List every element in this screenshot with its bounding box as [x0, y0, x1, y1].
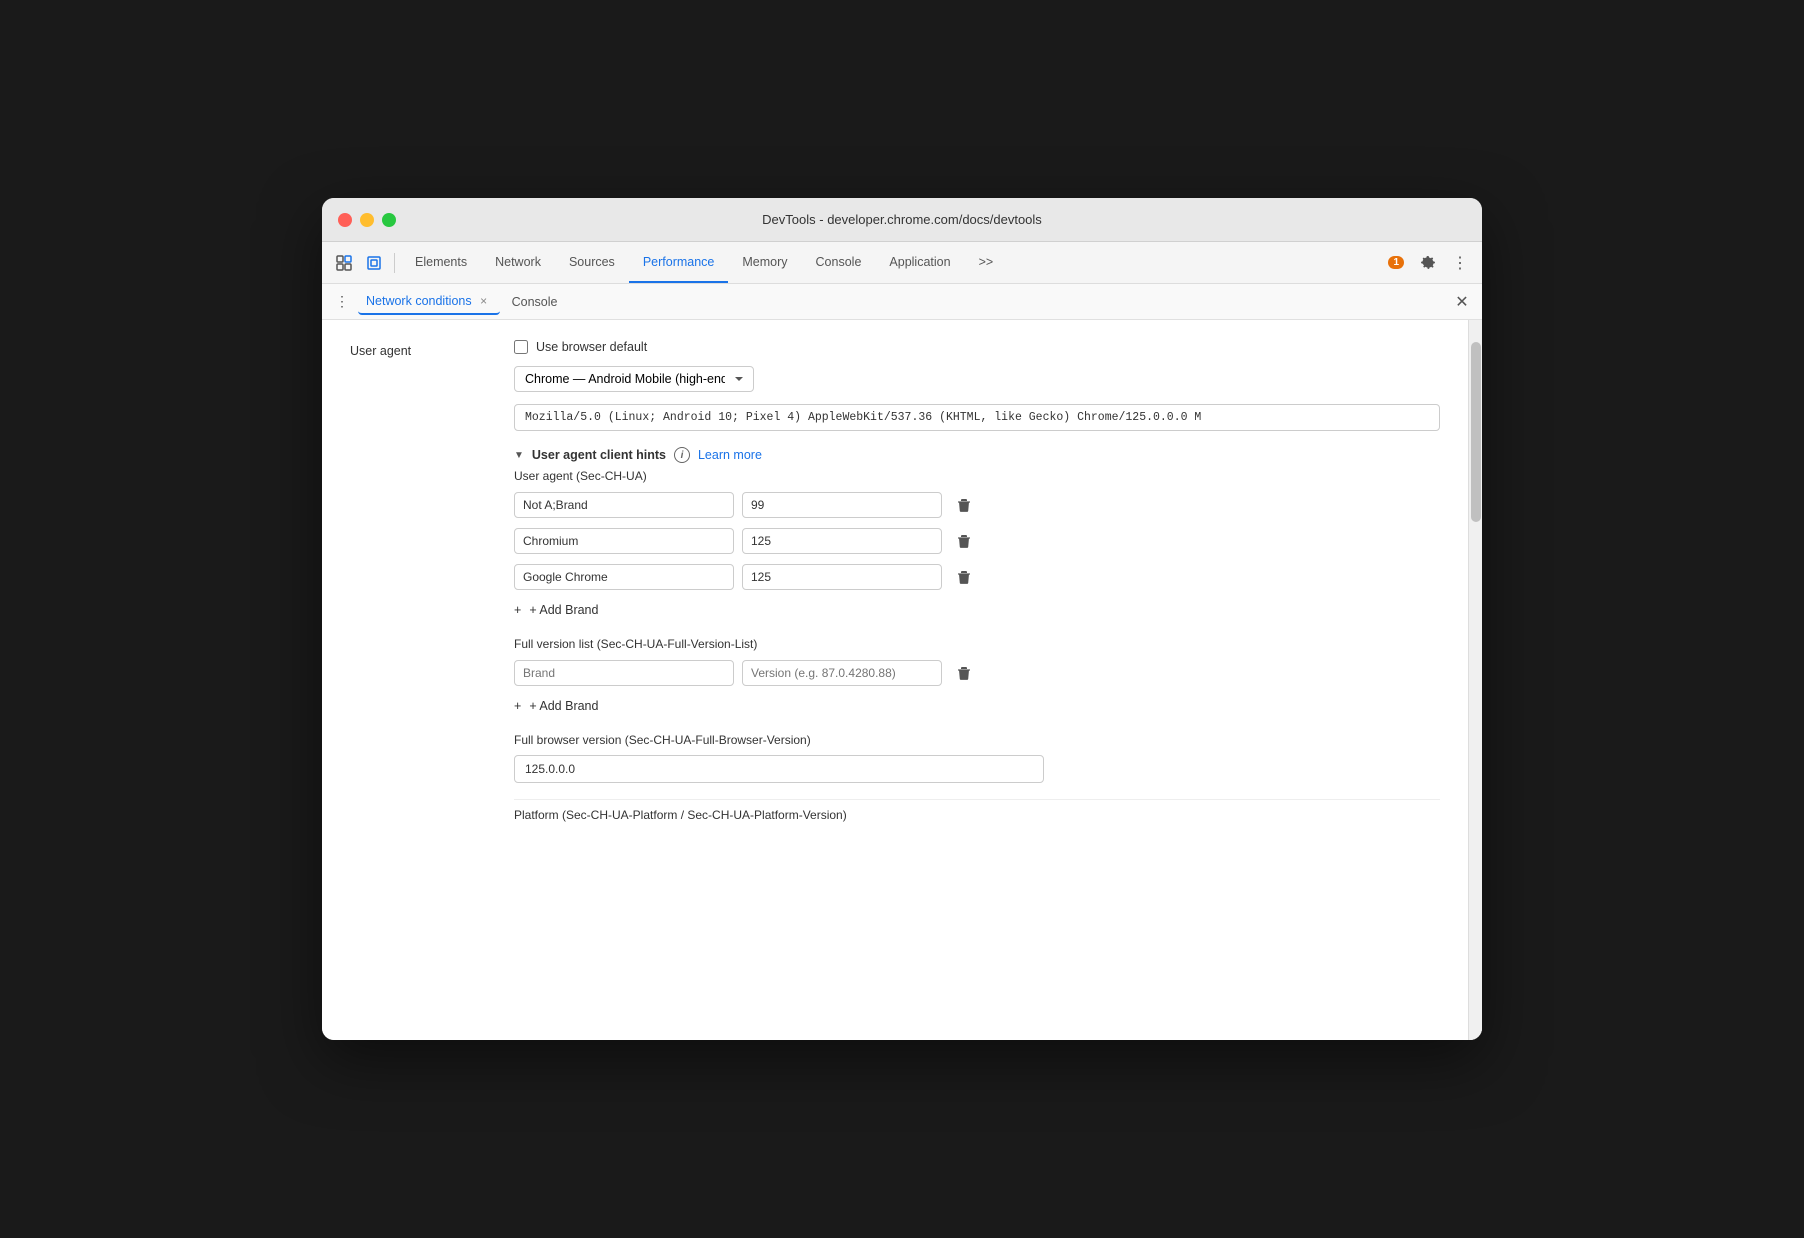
brand-version-2[interactable] — [742, 564, 942, 590]
delete-brand-0[interactable] — [950, 491, 978, 519]
add-brand-plus: + — [514, 603, 521, 617]
main-toolbar: Elements Network Sources Performance Mem… — [322, 242, 1482, 284]
scrollbar[interactable] — [1468, 320, 1482, 1040]
network-conditions-close[interactable]: × — [476, 293, 492, 309]
network-conditions-label: Network conditions — [366, 294, 472, 308]
full-version-list-label: Full version list (Sec-CH-UA-Full-Versio… — [514, 637, 1440, 651]
brand-row-2 — [514, 563, 1440, 591]
brand-version-1[interactable] — [742, 528, 942, 554]
brand-row-0 — [514, 491, 1440, 519]
use-browser-default-row: Use browser default — [514, 340, 1440, 354]
brand-row-1 — [514, 527, 1440, 555]
brand-name-0[interactable] — [514, 492, 734, 518]
main-content: User agent Use browser default Chrome — … — [322, 320, 1468, 1040]
cursor-icon[interactable] — [330, 249, 358, 277]
use-browser-default-label: Use browser default — [536, 340, 647, 354]
settings-icon[interactable] — [1414, 249, 1442, 277]
content-area: User agent Use browser default Chrome — … — [322, 320, 1482, 1040]
add-brand-label-2: + Add Brand — [527, 699, 598, 713]
window-title: DevTools - developer.chrome.com/docs/dev… — [762, 212, 1042, 227]
title-bar: DevTools - developer.chrome.com/docs/dev… — [322, 198, 1482, 242]
nav-tabs: Elements Network Sources Performance Mem… — [401, 242, 1380, 283]
full-version-brand-row — [514, 659, 1440, 687]
devtools-window: DevTools - developer.chrome.com/docs/dev… — [322, 198, 1482, 1040]
ua-string-input[interactable] — [514, 404, 1440, 431]
info-icon[interactable]: i — [674, 447, 690, 463]
tab-performance[interactable]: Performance — [629, 242, 729, 283]
inspector-icon[interactable] — [360, 249, 388, 277]
add-brand-plus-2: + — [514, 699, 521, 713]
add-brand-button-2[interactable]: + + Add Brand — [514, 695, 1440, 717]
brand-name-1[interactable] — [514, 528, 734, 554]
toolbar-divider — [394, 253, 395, 273]
user-agent-section: User agent Use browser default Chrome — … — [350, 340, 1440, 822]
platform-label: Platform (Sec-CH-UA-Platform / Sec-CH-UA… — [514, 799, 1440, 822]
notification-badge[interactable]: 1 — [1382, 254, 1410, 271]
drawer-menu-icon[interactable]: ⋮ — [330, 290, 354, 314]
maximize-button[interactable] — [382, 213, 396, 227]
secondary-tab-bar: ⋮ Network conditions × Console ✕ — [322, 284, 1482, 320]
client-hints-title: ▼ User agent client hints i Learn more — [514, 447, 1440, 463]
tab-application[interactable]: Application — [875, 242, 964, 283]
tab-memory[interactable]: Memory — [728, 242, 801, 283]
learn-more-link[interactable]: Learn more — [698, 448, 762, 462]
ua-preset-select[interactable]: Chrome — Android Mobile (high-end) — [514, 366, 754, 392]
more-options-icon[interactable]: ⋮ — [1446, 249, 1474, 277]
client-hints-label: User agent client hints — [532, 448, 666, 462]
tab-elements[interactable]: Elements — [401, 242, 481, 283]
minimize-button[interactable] — [360, 213, 374, 227]
ua-dropdown-row: Chrome — Android Mobile (high-end) — [514, 366, 1440, 392]
tab-more[interactable]: >> — [965, 242, 1008, 283]
brand-version-0[interactable] — [742, 492, 942, 518]
user-agent-controls: Use browser default Chrome — Android Mob… — [514, 340, 1440, 822]
close-drawer-button[interactable]: ✕ — [1450, 290, 1474, 314]
add-brand-label: + Add Brand — [527, 603, 598, 617]
tab-sources[interactable]: Sources — [555, 242, 629, 283]
network-conditions-tab[interactable]: Network conditions × — [358, 289, 500, 315]
toolbar-right: 1 ⋮ — [1382, 249, 1474, 277]
traffic-lights — [338, 213, 396, 227]
full-version-version-input[interactable] — [742, 660, 942, 686]
badge-count: 1 — [1388, 256, 1404, 269]
full-browser-version-label: Full browser version (Sec-CH-UA-Full-Bro… — [514, 733, 1440, 747]
full-version-brand-input[interactable] — [514, 660, 734, 686]
sec-ch-ua-label: User agent (Sec-CH-UA) — [514, 469, 1440, 483]
add-brand-button[interactable]: + + Add Brand — [514, 599, 1440, 621]
full-browser-version-input[interactable] — [514, 755, 1044, 783]
delete-brand-2[interactable] — [950, 563, 978, 591]
close-button[interactable] — [338, 213, 352, 227]
console-tab[interactable]: Console — [504, 291, 566, 313]
scrollbar-thumb[interactable] — [1471, 342, 1481, 522]
use-browser-default-checkbox[interactable] — [514, 340, 528, 354]
brand-name-2[interactable] — [514, 564, 734, 590]
tab-console[interactable]: Console — [802, 242, 876, 283]
user-agent-label: User agent — [350, 340, 490, 822]
tab-network[interactable]: Network — [481, 242, 555, 283]
delete-brand-1[interactable] — [950, 527, 978, 555]
collapse-triangle[interactable]: ▼ — [514, 450, 524, 461]
delete-full-version-brand[interactable] — [950, 659, 978, 687]
